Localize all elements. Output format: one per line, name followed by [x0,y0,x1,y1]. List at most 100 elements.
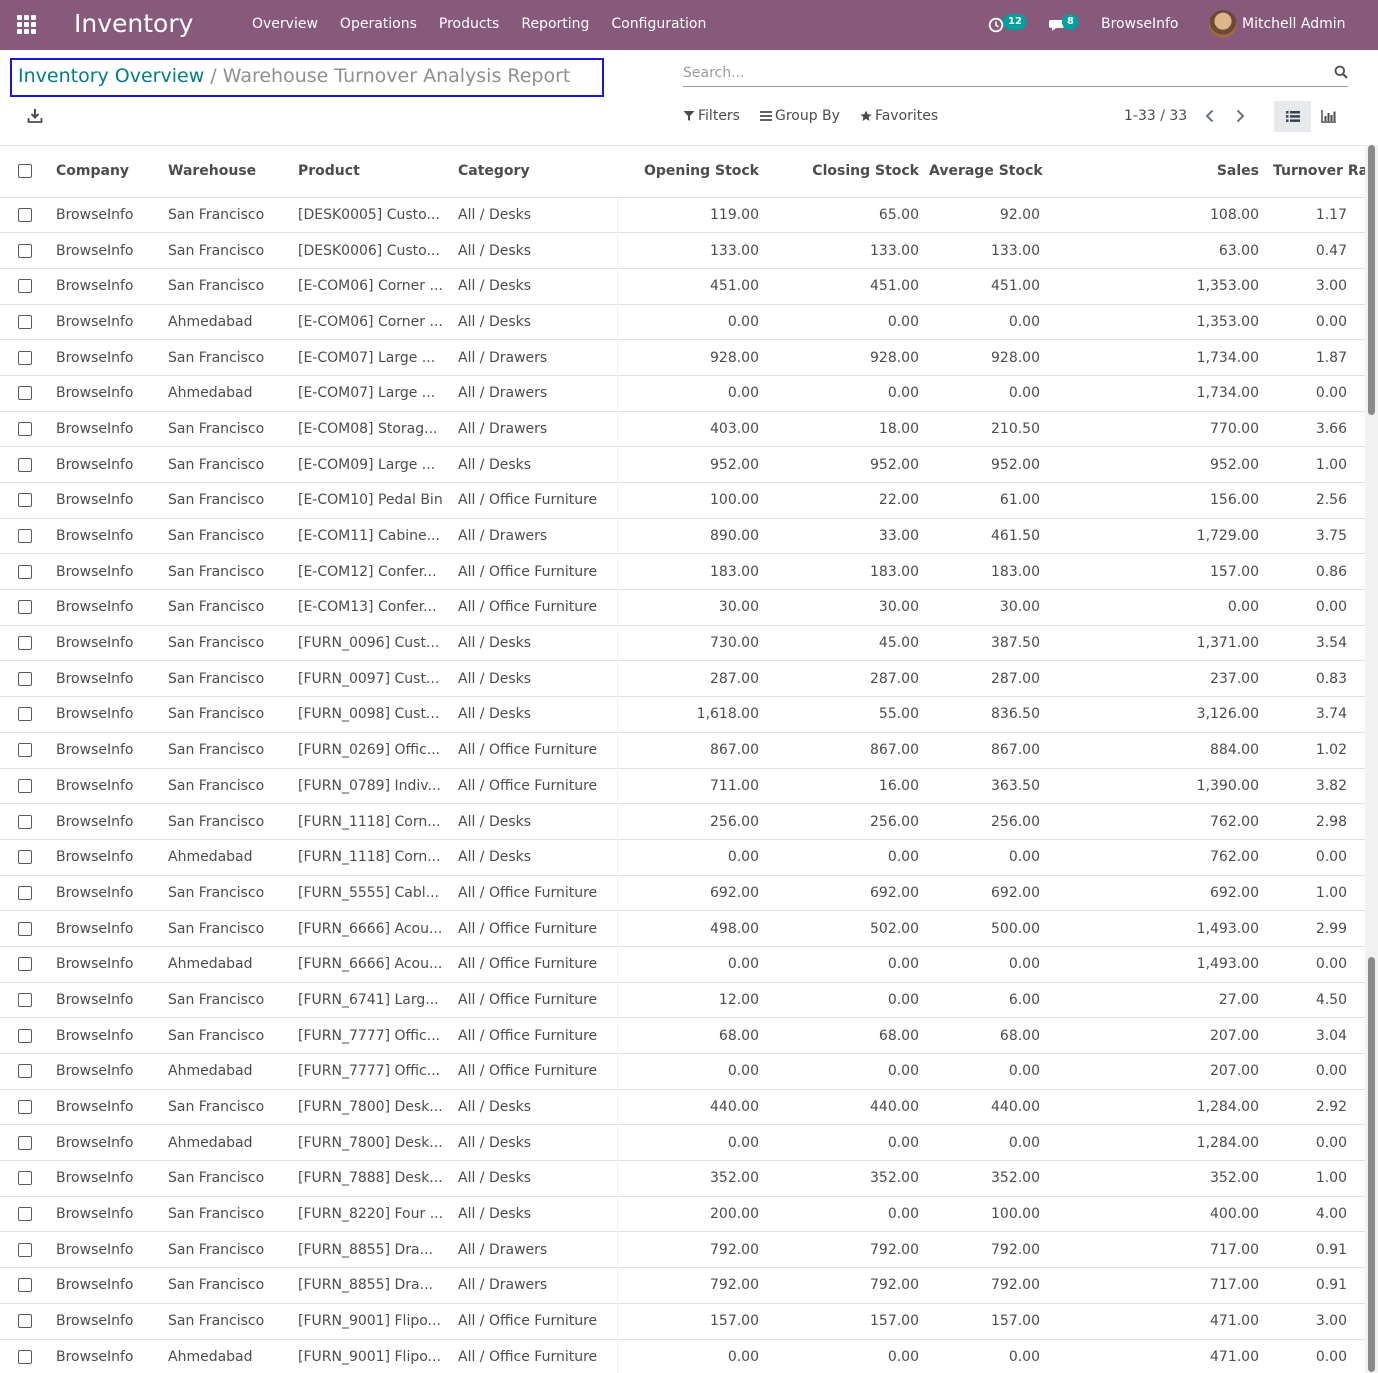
search-icon[interactable] [1334,65,1348,79]
table-row[interactable]: BrowseInfo San Francisco [FURN_7800] Desk.… [0,1089,1365,1125]
cell-turnover-ratio[interactable]: 3.75 [1265,518,1365,554]
cell-company[interactable]: BrowseInfo [56,590,168,626]
cell-company[interactable]: BrowseInfo [56,1232,168,1268]
cell-warehouse[interactable]: San Francisco [168,268,298,304]
row-checkbox[interactable] [18,743,32,758]
row-checkbox[interactable] [18,493,32,508]
cell-warehouse[interactable]: San Francisco [168,483,298,519]
cell-sales[interactable]: 3,126.00 [1050,697,1265,733]
cell-average-stock[interactable]: 928.00 [929,340,1050,376]
cell-product[interactable]: [DESK0006] Custo... [298,233,458,269]
cell-average-stock[interactable]: 792.00 [929,1268,1050,1304]
cell-warehouse[interactable]: San Francisco [168,1196,298,1232]
table-row[interactable]: BrowseInfo San Francisco [FURN_6741] Larg.… [0,982,1365,1018]
cell-sales[interactable]: 400.00 [1050,1196,1265,1232]
cell-category[interactable]: All / Drawers [458,375,618,412]
cell-company[interactable]: BrowseInfo [56,1339,168,1373]
cell-category[interactable]: All / Office Furniture [458,768,618,804]
cell-company[interactable]: BrowseInfo [56,268,168,304]
cell-warehouse[interactable]: San Francisco [168,411,298,447]
row-checkbox[interactable] [18,207,32,222]
cell-sales[interactable]: 1,493.00 [1050,946,1265,982]
cell-opening-stock[interactable]: 12.00 [617,982,769,1018]
cell-warehouse[interactable]: San Francisco [168,911,298,947]
column-header-warehouse[interactable]: Warehouse [168,146,298,198]
cell-product[interactable]: [FURN_8855] Dra... [298,1268,458,1304]
list-view-button[interactable] [1274,101,1311,132]
cell-average-stock[interactable]: 352.00 [929,1161,1050,1197]
cell-warehouse[interactable]: San Francisco [168,590,298,626]
cell-company[interactable]: BrowseInfo [56,1054,168,1090]
cell-turnover-ratio[interactable]: 0.47 [1265,233,1365,269]
cell-category[interactable]: All / Desks [458,803,618,840]
cell-closing-stock[interactable]: 0.00 [769,1054,929,1090]
cell-average-stock[interactable]: 183.00 [929,554,1050,590]
cell-sales[interactable]: 352.00 [1050,1161,1265,1197]
cell-turnover-ratio[interactable]: 0.91 [1265,1232,1365,1268]
cell-average-stock[interactable]: 68.00 [929,1018,1050,1054]
cell-average-stock[interactable]: 6.00 [929,982,1050,1018]
cell-sales[interactable]: 156.00 [1050,483,1265,519]
cell-opening-stock[interactable]: 352.00 [617,1161,769,1197]
cell-turnover-ratio[interactable]: 2.98 [1265,804,1365,840]
chevron-right-icon[interactable] [1233,108,1247,124]
download-icon[interactable] [26,107,44,125]
cell-opening-stock[interactable]: 792.00 [617,1232,769,1268]
cell-closing-stock[interactable]: 133.00 [769,233,929,269]
row-checkbox[interactable] [18,350,32,365]
cell-warehouse[interactable]: San Francisco [168,661,298,697]
cell-closing-stock[interactable]: 0.00 [769,1125,929,1161]
cell-sales[interactable]: 770.00 [1050,411,1265,447]
cell-opening-stock[interactable]: 287.00 [617,661,769,697]
cell-product[interactable]: [FURN_0096] Cust... [298,625,458,661]
cell-sales[interactable]: 1,390.00 [1050,768,1265,804]
cell-product[interactable]: [FURN_7777] Offic... [298,1018,458,1054]
cell-turnover-ratio[interactable]: 0.00 [1265,839,1365,875]
cell-product[interactable]: [DESK0005] Custo... [298,197,458,233]
select-all-checkbox[interactable] [18,164,32,179]
cell-company[interactable]: BrowseInfo [56,768,168,804]
cell-product[interactable]: [FURN_0097] Cust... [298,661,458,697]
chevron-left-icon[interactable] [1203,108,1217,124]
cell-average-stock[interactable]: 0.00 [929,1125,1050,1161]
row-checkbox[interactable] [18,1171,32,1186]
cell-product[interactable]: [FURN_1118] Corn... [298,804,458,840]
app-name[interactable]: Inventory [74,9,193,38]
row-checkbox[interactable] [18,636,32,651]
cell-average-stock[interactable]: 0.00 [929,1339,1050,1373]
cell-closing-stock[interactable]: 0.00 [769,839,929,875]
cell-average-stock[interactable]: 461.50 [929,518,1050,554]
cell-product[interactable]: [FURN_0269] Offic... [298,732,458,768]
cell-warehouse[interactable]: Ahmedabad [168,1125,298,1161]
cell-sales[interactable]: 471.00 [1050,1303,1265,1339]
cell-category[interactable]: All / Desks [458,268,618,305]
row-checkbox[interactable] [18,671,32,686]
apps-menu-icon[interactable] [17,15,37,35]
cell-sales[interactable]: 1,353.00 [1050,304,1265,340]
table-row[interactable]: BrowseInfo San Francisco [FURN_0096] Cust.… [0,625,1365,661]
cell-opening-stock[interactable]: 1,618.00 [617,697,769,733]
row-checkbox[interactable] [18,1064,32,1079]
cell-sales[interactable]: 1,353.00 [1050,268,1265,304]
cell-company[interactable]: BrowseInfo [56,375,168,411]
cell-product[interactable]: [E-COM06] Corner ... [298,304,458,340]
cell-turnover-ratio[interactable]: 0.00 [1265,590,1365,626]
cell-company[interactable]: BrowseInfo [56,732,168,768]
table-row[interactable]: BrowseInfo San Francisco [FURN_0269] Offic… [0,732,1365,768]
cell-company[interactable]: BrowseInfo [56,982,168,1018]
cell-category[interactable]: All / Office Furniture [458,1303,618,1339]
cell-product[interactable]: [FURN_9001] Flipo... [298,1303,458,1339]
cell-product[interactable]: [FURN_6666] Acou... [298,911,458,947]
cell-warehouse[interactable]: San Francisco [168,697,298,733]
cell-product[interactable]: [FURN_7777] Offic... [298,1054,458,1090]
cell-opening-stock[interactable]: 451.00 [617,268,769,304]
cell-turnover-ratio[interactable]: 0.86 [1265,554,1365,590]
cell-company[interactable]: BrowseInfo [56,804,168,840]
table-row[interactable]: BrowseInfo San Francisco [E-COM13] Confer.… [0,589,1365,626]
row-checkbox[interactable] [18,850,32,865]
cell-turnover-ratio[interactable]: 0.91 [1265,1268,1365,1304]
cell-opening-stock[interactable]: 0.00 [617,1125,769,1161]
cell-opening-stock[interactable]: 867.00 [617,732,769,768]
cell-closing-stock[interactable]: 256.00 [769,804,929,840]
cell-closing-stock[interactable]: 68.00 [769,1018,929,1054]
